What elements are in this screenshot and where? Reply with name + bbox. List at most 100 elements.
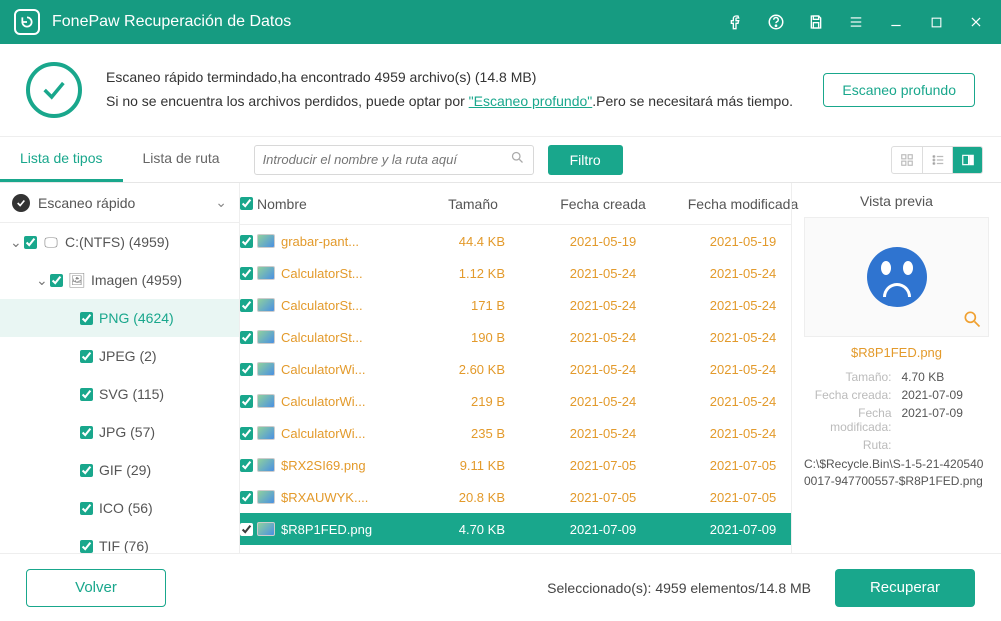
meta-created-val: 2021-07-09 (902, 388, 990, 402)
row-checkbox[interactable] (240, 395, 253, 408)
chevron-down-icon: ⌄ (10, 234, 22, 251)
file-name: $RXAUWYK.... (281, 490, 368, 505)
zoom-icon[interactable] (962, 309, 982, 332)
table-row[interactable]: CalculatorSt...190 B2021-05-242021-05-24 (240, 321, 791, 353)
save-icon[interactable] (805, 11, 827, 33)
file-created: 2021-05-24 (533, 362, 673, 377)
col-name[interactable]: Nombre (253, 196, 413, 212)
facebook-icon[interactable] (725, 11, 747, 33)
tree-type[interactable]: JPG (57) (0, 413, 239, 451)
file-name: CalculatorSt... (281, 298, 363, 313)
recover-button[interactable]: Recuperar (835, 569, 975, 607)
view-list-icon[interactable] (922, 147, 952, 173)
file-size: 235 B (413, 426, 533, 441)
meta-size-val: 4.70 KB (902, 370, 990, 384)
table-row[interactable]: grabar-pant...44.4 KB2021-05-192021-05-1… (240, 225, 791, 257)
search-box[interactable] (254, 145, 534, 175)
row-checkbox[interactable] (240, 459, 253, 472)
file-created: 2021-07-09 (533, 522, 673, 537)
quick-scan-label: Escaneo rápido (38, 195, 215, 211)
table-row[interactable]: $RXAUWYK....20.8 KB2021-07-052021-07-05 (240, 481, 791, 513)
chevron-down-icon: ⌄ (36, 272, 48, 289)
file-modified: 2021-05-19 (673, 234, 791, 249)
file-name: CalculatorSt... (281, 266, 363, 281)
table-row[interactable]: CalculatorWi...219 B2021-05-242021-05-24 (240, 385, 791, 417)
meta-modified-key: Fecha modificada: (804, 406, 902, 434)
help-icon[interactable] (765, 11, 787, 33)
row-checkbox[interactable] (240, 267, 253, 280)
deep-scan-link[interactable]: "Escaneo profundo" (469, 93, 593, 109)
row-checkbox[interactable] (240, 523, 253, 536)
meta-created-key: Fecha creada: (804, 388, 902, 402)
tree-label: JPG (57) (99, 424, 155, 440)
tree-drive[interactable]: ⌄ 🖵 C:(NTFS) (4959) (0, 223, 239, 261)
drive-checkbox[interactable] (24, 236, 37, 249)
col-size[interactable]: Tamaño (413, 196, 533, 212)
file-table: Nombre Tamaño Fecha creada Fecha modific… (240, 183, 791, 553)
type-checkbox[interactable] (80, 464, 93, 477)
tree-type[interactable]: TIF (76) (0, 527, 239, 553)
tab-paths[interactable]: Lista de ruta (123, 137, 240, 182)
type-checkbox[interactable] (80, 312, 93, 325)
row-checkbox[interactable] (240, 299, 253, 312)
file-modified: 2021-05-24 (673, 330, 791, 345)
meta-path-val: C:\$Recycle.Bin\S-1-5-21-4205400017-9477… (804, 456, 989, 490)
file-thumb-icon (257, 522, 275, 536)
row-checkbox[interactable] (240, 427, 253, 440)
table-row[interactable]: CalculatorWi...2.60 KB2021-05-242021-05-… (240, 353, 791, 385)
table-row[interactable]: CalculatorSt...171 B2021-05-242021-05-24 (240, 289, 791, 321)
table-row[interactable]: $RX2SI69.png9.11 KB2021-07-052021-07-05 (240, 449, 791, 481)
file-thumb-icon (257, 394, 275, 408)
file-created: 2021-05-24 (533, 394, 673, 409)
table-row[interactable]: CalculatorWi...235 B2021-05-242021-05-24 (240, 417, 791, 449)
tree-type[interactable]: PNG (4624) (0, 299, 239, 337)
row-checkbox[interactable] (240, 235, 253, 248)
menu-icon[interactable] (845, 11, 867, 33)
file-size: 2.60 KB (413, 362, 533, 377)
deep-scan-button[interactable]: Escaneo profundo (823, 73, 975, 107)
minimize-icon[interactable] (885, 11, 907, 33)
type-checkbox[interactable] (80, 540, 93, 553)
file-size: 4.70 KB (413, 522, 533, 537)
quick-scan-row[interactable]: Escaneo rápido ⌄ (0, 183, 239, 223)
filter-button[interactable]: Filtro (548, 145, 623, 175)
file-name: CalculatorWi... (281, 394, 366, 409)
table-row[interactable]: $R8P1FED.png4.70 KB2021-07-092021-07-09 (240, 513, 791, 545)
file-created: 2021-05-24 (533, 298, 673, 313)
search-input[interactable] (263, 152, 510, 167)
type-checkbox[interactable] (80, 388, 93, 401)
type-checkbox[interactable] (80, 502, 93, 515)
meta-path-key: Ruta: (804, 438, 902, 452)
file-thumb-icon (257, 490, 275, 504)
close-icon[interactable] (965, 11, 987, 33)
back-button[interactable]: Volver (26, 569, 166, 607)
row-checkbox[interactable] (240, 363, 253, 376)
file-size: 171 B (413, 298, 533, 313)
status-line1: Escaneo rápido termindado,ha encontrado … (106, 66, 799, 90)
tree-type[interactable]: SVG (115) (0, 375, 239, 413)
tree-label: TIF (76) (99, 538, 149, 553)
tab-types[interactable]: Lista de tipos (0, 137, 123, 182)
tree-image-group[interactable]: ⌄ 🖼 Imagen (4959) (0, 261, 239, 299)
col-created[interactable]: Fecha creada (533, 196, 673, 212)
row-checkbox[interactable] (240, 491, 253, 504)
view-grid-icon[interactable] (892, 147, 922, 173)
tree-type[interactable]: JPEG (2) (0, 337, 239, 375)
drive-icon: 🖵 (43, 234, 59, 251)
table-row[interactable]: $RL31RP0.png56.8 KB2021-07-212021-07-21 (240, 545, 791, 553)
check-dot-icon (12, 194, 30, 212)
type-checkbox[interactable] (80, 426, 93, 439)
tree-type[interactable]: GIF (29) (0, 451, 239, 489)
tree-label: GIF (29) (99, 462, 151, 478)
row-checkbox[interactable] (240, 331, 253, 344)
tree-type[interactable]: ICO (56) (0, 489, 239, 527)
type-checkbox[interactable] (80, 350, 93, 363)
view-detail-icon[interactable] (952, 147, 982, 173)
chevron-down-icon[interactable]: ⌄ (215, 194, 227, 211)
table-row[interactable]: CalculatorSt...1.12 KB2021-05-242021-05-… (240, 257, 791, 289)
group-checkbox[interactable] (50, 274, 63, 287)
search-icon[interactable] (510, 150, 525, 170)
select-all-checkbox[interactable] (240, 197, 253, 210)
preview-title: Vista previa (804, 193, 989, 209)
maximize-icon[interactable] (925, 11, 947, 33)
